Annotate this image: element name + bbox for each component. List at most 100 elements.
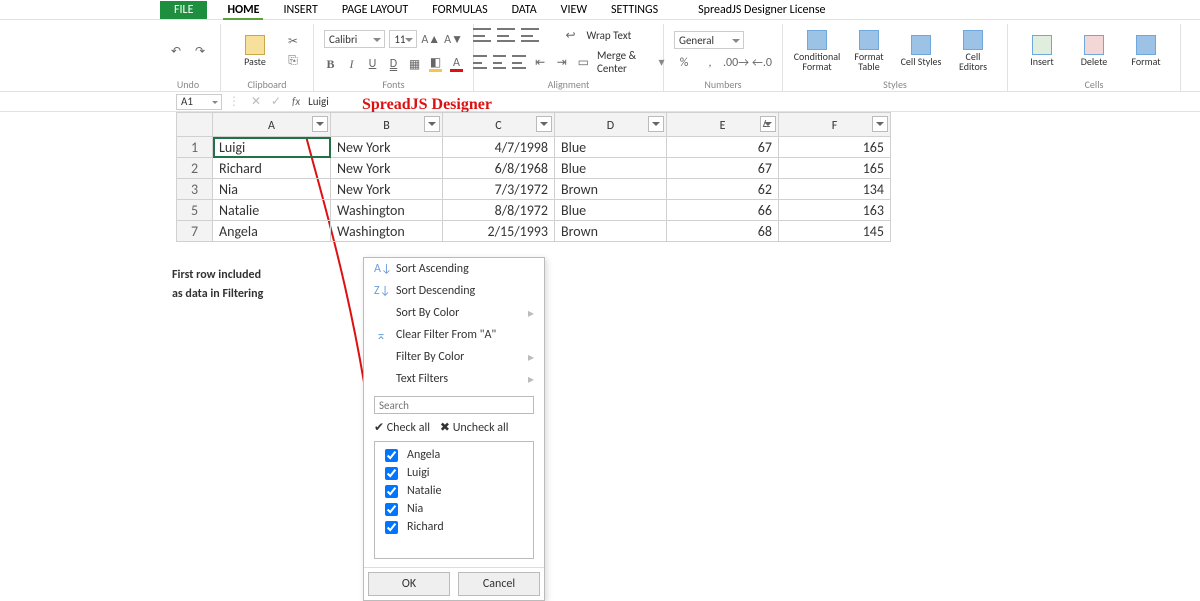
underline-button[interactable]: U [366,56,379,72]
cell-A7[interactable]: Angela [213,221,331,242]
fill-color-button[interactable]: ◧ [429,56,442,72]
filter-value-checkbox[interactable] [385,449,398,462]
cell-C3[interactable]: 7/3/1972 [443,179,555,200]
filter-value-item[interactable]: Natalie [381,482,527,500]
decrease-font-button[interactable]: A▼ [444,31,463,47]
filter-value-checkbox[interactable] [385,467,398,480]
column-header-B[interactable]: B [331,113,443,137]
cell-D2[interactable]: Blue [555,158,667,179]
cell-C1[interactable]: 4/7/1998 [443,137,555,158]
increase-font-button[interactable]: A▲ [421,31,440,47]
cell-A3[interactable]: Nia [213,179,331,200]
increase-decimal-button[interactable]: .00→ [726,55,746,71]
tab-page-layout[interactable]: PAGE LAYOUT [338,1,412,19]
insert-cells-button[interactable]: Insert [1018,35,1066,67]
cell-F5[interactable]: 163 [779,200,891,221]
license-label[interactable]: SpreadJS Designer License [694,1,829,19]
cell-E7[interactable]: 68 [667,221,779,242]
row-header[interactable]: 5 [177,200,213,221]
indent-increase-button[interactable]: ⇥ [554,54,570,70]
double-underline-button[interactable]: D [387,56,400,72]
cell-C2[interactable]: 6/8/1968 [443,158,555,179]
cell-styles-button[interactable]: Cell Styles [897,35,945,67]
tab-formulas[interactable]: FORMULAS [428,1,491,19]
border-button[interactable]: ▦ [408,56,421,72]
sort-descending-item[interactable]: Z↓Sort Descending [364,280,544,302]
filter-dropdown-C[interactable] [536,116,552,132]
filter-dropdown-F[interactable] [872,116,888,132]
name-box[interactable]: A1 [176,94,222,110]
cell-D1[interactable]: Blue [555,137,667,158]
column-header-F[interactable]: F [779,113,891,137]
wrap-text-button[interactable]: ↩ [561,27,581,43]
tab-insert[interactable]: INSERT [279,1,321,19]
row-header[interactable]: 7 [177,221,213,242]
decrease-decimal-button[interactable]: ←.0 [752,55,772,71]
sort-ascending-item[interactable]: A↓Sort Ascending [364,258,544,280]
cell-C5[interactable]: 8/8/1972 [443,200,555,221]
cell-B2[interactable]: New York [331,158,443,179]
paste-button[interactable]: Paste [231,35,279,67]
filter-value-item[interactable]: Angela [381,446,527,464]
align-top-button[interactable] [473,28,491,42]
bold-button[interactable]: B [324,56,337,72]
column-header-D[interactable]: D [555,113,667,137]
redo-button[interactable]: ↷ [190,43,210,59]
merge-button[interactable]: ▭ [575,54,591,70]
cell-B5[interactable]: Washington [331,200,443,221]
italic-button[interactable]: I [345,56,358,72]
row-header[interactable]: 2 [177,158,213,179]
align-middle-button[interactable] [497,28,515,42]
fx-icon[interactable]: fx [292,95,300,108]
cut-button[interactable]: ✂ [283,33,303,49]
align-left-button[interactable] [473,55,487,69]
filter-ok-button[interactable]: OK [368,572,450,596]
cell-F2[interactable]: 165 [779,158,891,179]
align-right-button[interactable] [512,55,526,69]
percent-button[interactable]: % [674,55,694,71]
row-header[interactable]: 3 [177,179,213,200]
format-table-button[interactable]: Format Table [845,30,893,72]
column-header-A[interactable]: A [213,113,331,137]
comma-button[interactable]: , [700,55,720,71]
tab-file[interactable]: FILE [160,1,207,19]
column-header-C[interactable]: C [443,113,555,137]
filter-cancel-button[interactable]: Cancel [458,572,540,596]
undo-button[interactable]: ↶ [166,43,186,59]
cell-B7[interactable]: Washington [331,221,443,242]
filter-dropdown-D[interactable] [648,116,664,132]
cancel-edit-icon[interactable]: ✕ [246,94,266,110]
indent-decrease-button[interactable]: ⇤ [532,54,548,70]
filter-value-checkbox[interactable] [385,485,398,498]
cell-A1[interactable]: Luigi [213,137,331,158]
cell-A2[interactable]: Richard [213,158,331,179]
filter-dropdown-A[interactable] [312,116,328,132]
delete-cells-button[interactable]: Delete [1070,35,1118,67]
row-header[interactable]: 1 [177,137,213,158]
font-color-button[interactable]: A [450,56,463,72]
cell-editors-button[interactable]: Cell Editors [949,30,997,72]
cell-C7[interactable]: 2/15/1993 [443,221,555,242]
format-cells-button[interactable]: Format [1122,35,1170,67]
confirm-edit-icon[interactable]: ✓ [266,94,286,110]
cell-F7[interactable]: 145 [779,221,891,242]
align-bottom-button[interactable] [521,28,539,42]
cell-B3[interactable]: New York [331,179,443,200]
text-filters-item[interactable]: Text Filters▸ [364,368,544,390]
cell-A5[interactable]: Natalie [213,200,331,221]
cell-D7[interactable]: Brown [555,221,667,242]
font-family-select[interactable]: Calibri [324,30,385,48]
filter-value-checkbox[interactable] [385,503,398,516]
filter-dropdown-E[interactable] [760,116,776,132]
tab-view[interactable]: VIEW [557,1,591,19]
number-format-select[interactable]: General [674,31,744,49]
font-size-select[interactable]: 11 [389,30,417,48]
filter-value-checkbox[interactable] [385,521,398,534]
column-header-E[interactable]: E [667,113,779,137]
conditional-format-button[interactable]: Conditional Format [793,30,841,72]
tab-home[interactable]: HOME [223,1,263,19]
cell-F1[interactable]: 165 [779,137,891,158]
tab-settings[interactable]: SETTINGS [607,1,662,19]
cell-D5[interactable]: Blue [555,200,667,221]
cell-E2[interactable]: 67 [667,158,779,179]
